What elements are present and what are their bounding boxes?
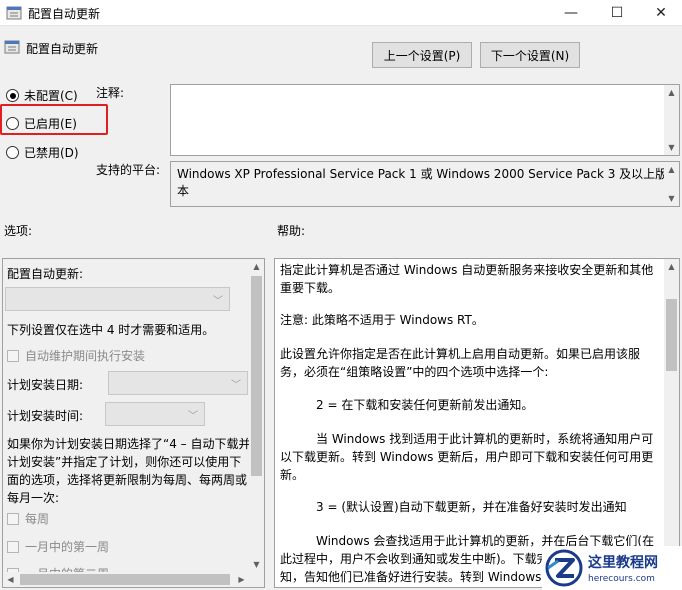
scroll-down-icon[interactable]: ▼: [664, 191, 679, 206]
configure-dropdown[interactable]: ﹀: [5, 287, 230, 311]
schedule-day-label: 计划安装日期:: [7, 378, 84, 392]
policy-settings-icon: [6, 6, 22, 20]
comment-scrollbar[interactable]: ▲ ▼: [664, 85, 679, 155]
radio-disabled[interactable]: 已禁用(D): [6, 144, 79, 161]
page-title: 配置自动更新: [26, 42, 99, 56]
platform-label: 支持的平台:: [96, 163, 161, 177]
options-panel: 配置自动更新: ﹀ 下列设置仅在选中 4 时才需要和适用。 自动维护期间执行安装…: [2, 258, 265, 588]
watermark-logo-icon: [545, 549, 583, 587]
scroll-down-icon[interactable]: ▼: [664, 140, 679, 155]
options-label: 选项:: [4, 224, 33, 238]
close-icon: ✕: [655, 5, 667, 21]
checkbox-label: 自动维护期间执行安装: [25, 349, 146, 363]
window-title: 配置自动更新: [28, 7, 101, 21]
schedule-day-dropdown[interactable]: ﹀: [108, 371, 248, 395]
help-label: 帮助:: [277, 224, 306, 238]
scroll-right-icon[interactable]: ▶: [234, 572, 249, 587]
watermark-cn: 这里教程网: [588, 555, 658, 571]
radio-checked-icon[interactable]: [6, 89, 19, 102]
platform-scrollbar[interactable]: ▲ ▼: [664, 162, 679, 206]
checkbox-icon[interactable]: [7, 540, 19, 553]
configure-label: 配置自动更新:: [7, 267, 84, 281]
watermark-en: herecours.com: [588, 574, 655, 584]
maximize-button[interactable]: ☐: [594, 0, 640, 26]
schedule-time-label: 计划安装时间:: [7, 409, 84, 423]
scroll-up-icon[interactable]: ▲: [249, 259, 264, 274]
title-bar: 配置自动更新 — ☐ ✕: [0, 0, 682, 26]
scroll-left-icon[interactable]: ◀: [3, 572, 18, 587]
previous-setting-button[interactable]: 上一个设置(P): [372, 42, 472, 68]
supported-platform-text: Windows XP Professional Service Pack 1 或…: [170, 161, 680, 207]
scroll-up-icon[interactable]: ▲: [664, 259, 679, 274]
note-text: 下列设置仅在选中 4 时才需要和适用。: [7, 323, 215, 337]
chevron-down-icon: ﹀: [213, 296, 223, 307]
scroll-up-icon[interactable]: ▲: [664, 162, 679, 177]
radio-unchecked-icon[interactable]: [6, 146, 19, 159]
scroll-thumb[interactable]: [666, 299, 677, 371]
scroll-down-icon[interactable]: ▼: [249, 557, 264, 572]
options-scrollbar[interactable]: ▲ ▼: [249, 259, 264, 587]
help-paragraph: 2 = 在下载和安装任何更新前发出通知。: [316, 398, 534, 412]
help-paragraph: 当 Windows 找到适用于此计算机的更新时，系统将通知用户可以下载更新。转到…: [280, 432, 654, 482]
weekly-description: 如果你为计划安装日期选择了“4 – 自动下载并计划安装”并指定了计划，则你还可以…: [7, 437, 251, 505]
hscroll-thumb[interactable]: [20, 574, 230, 585]
highlight-annotation: [0, 104, 108, 135]
help-paragraph: 指定此计算机是否通过 Windows 自动更新服务来接收安全更新和其他重要下载。: [280, 263, 654, 295]
comment-textarea[interactable]: ▲ ▼: [170, 84, 680, 156]
help-paragraph: 3 = (默认设置)自动下载更新，并在准备好安装时发出通知: [316, 500, 627, 514]
checkbox-icon[interactable]: [7, 512, 19, 525]
scroll-thumb[interactable]: [251, 276, 262, 476]
next-setting-button[interactable]: 下一个设置(N): [480, 42, 580, 68]
chevron-down-icon: ﹀: [231, 380, 241, 391]
comment-label: 注释:: [96, 86, 125, 100]
help-panel: 指定此计算机是否通过 Windows 自动更新服务来接收安全更新和其他重要下载。…: [274, 258, 680, 588]
schedule-time-dropdown[interactable]: ﹀: [105, 402, 205, 426]
minimize-icon: —: [564, 5, 578, 21]
help-paragraph: 注意: 此策略不适用于 Windows RT。: [280, 313, 484, 327]
close-button[interactable]: ✕: [638, 0, 682, 26]
watermark: 这里教程网 herecours.com: [542, 546, 682, 590]
radio-label: 未配置(C): [24, 89, 78, 103]
help-paragraph: 此设置允许你指定是否在此计算机上启用自动更新。如果已启用该服务，必须在“组策略设…: [280, 347, 641, 379]
chevron-down-icon: ﹀: [188, 411, 198, 422]
checkbox-label: 每周: [25, 512, 50, 526]
checkbox-label: 一月中的第一周: [25, 540, 110, 554]
policy-settings-icon: [4, 40, 20, 54]
platform-value: Windows XP Professional Service Pack 1 或…: [177, 167, 668, 198]
help-scrollbar[interactable]: ▲ ▼: [664, 259, 679, 587]
weekly-checkbox-row[interactable]: 每周: [7, 510, 49, 527]
radio-not-configured[interactable]: 未配置(C): [6, 87, 78, 104]
scroll-up-icon[interactable]: ▲: [664, 85, 679, 100]
options-hscrollbar[interactable]: ◀ ▶: [3, 572, 249, 587]
checkbox-icon[interactable]: [7, 349, 19, 362]
maximize-icon: ☐: [610, 5, 624, 21]
maintenance-checkbox-row[interactable]: 自动维护期间执行安装: [7, 347, 145, 364]
radio-label: 已禁用(D): [24, 146, 79, 160]
first-week-checkbox-row[interactable]: 一月中的第一周: [7, 538, 109, 555]
minimize-button[interactable]: —: [548, 0, 594, 26]
